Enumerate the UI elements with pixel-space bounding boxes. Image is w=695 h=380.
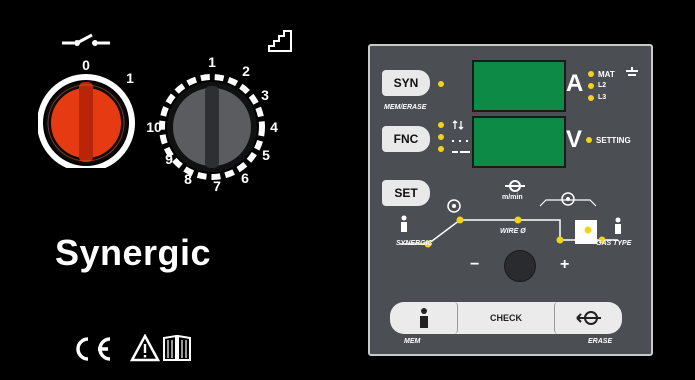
fnc-button[interactable]: FNC	[382, 126, 430, 152]
wire-diameter-label: WIRE Ø	[500, 228, 526, 235]
l2-led	[588, 83, 594, 89]
material-thickness-icon	[626, 67, 638, 76]
mem-erase-label: MEM/ERASE	[384, 104, 427, 111]
mat-label: MAT	[598, 70, 615, 79]
mem-label: MEM	[404, 338, 421, 345]
stairs-icon	[268, 30, 292, 52]
ce-mark-icon	[76, 337, 111, 361]
encoder-knob[interactable]	[504, 250, 536, 282]
l3-led	[588, 95, 594, 101]
power-label-0: 0	[82, 58, 90, 73]
fnc-led-4t	[438, 134, 444, 140]
erase-button[interactable]	[554, 302, 622, 334]
voltage-tick-9: 9	[165, 151, 173, 167]
trigger-mode-icons	[452, 120, 470, 153]
mem-person-icon	[420, 308, 428, 328]
fnc-led-2t	[438, 122, 444, 128]
mat-led	[588, 71, 594, 77]
minus-label: −	[470, 256, 480, 273]
voltage-selector[interactable]: 1 2 3 4 5 6 7 8 9 10	[142, 52, 282, 194]
erase-label: ERASE	[588, 338, 613, 345]
synergic-label: SYNERGIC	[396, 240, 433, 247]
power-switch[interactable]: 0 1	[37, 57, 138, 172]
display-v-unit: V	[566, 126, 583, 153]
power-label-1: 1	[126, 70, 134, 86]
control-panel: SYN MEM/ERASE A MAT L2 L3 FNC V SETTING …	[368, 44, 653, 356]
voltage-tick-8: 8	[184, 171, 192, 187]
voltage-tick-7: 7	[213, 178, 221, 192]
syn-button[interactable]: SYN	[382, 70, 430, 96]
brand-logo: Synergic	[55, 232, 212, 273]
voltage-tick-1: 1	[208, 54, 216, 70]
voltage-tick-10: 10	[146, 119, 162, 135]
syn-led	[438, 81, 444, 87]
current-display	[472, 60, 566, 112]
display-a-unit: A	[566, 70, 584, 97]
gas-type-label: GAS TYPE	[596, 240, 632, 247]
plus-label: +	[560, 256, 570, 273]
bottom-button-bar: CHECK	[390, 302, 622, 334]
l2-label: L2	[598, 82, 607, 89]
check-button[interactable]: CHECK	[458, 302, 554, 334]
mem-button[interactable]	[390, 302, 458, 334]
voltage-tick-4: 4	[270, 119, 278, 135]
voltage-tick-6: 6	[241, 170, 249, 186]
voltage-display	[472, 116, 566, 168]
l3-label: L3	[598, 94, 607, 101]
setting-label: SETTING	[596, 136, 631, 145]
voltage-tick-3: 3	[261, 87, 269, 103]
voltage-tick-2: 2	[242, 63, 250, 79]
warning-icon	[130, 334, 160, 362]
setting-led	[586, 137, 592, 143]
switch-symbol-icon	[62, 33, 110, 46]
wire-feed-icon	[576, 311, 601, 325]
manual-book-icon	[163, 334, 191, 361]
m-min-label: m/min	[502, 194, 523, 201]
voltage-tick-5: 5	[262, 147, 270, 163]
fnc-led-spot	[438, 146, 444, 152]
